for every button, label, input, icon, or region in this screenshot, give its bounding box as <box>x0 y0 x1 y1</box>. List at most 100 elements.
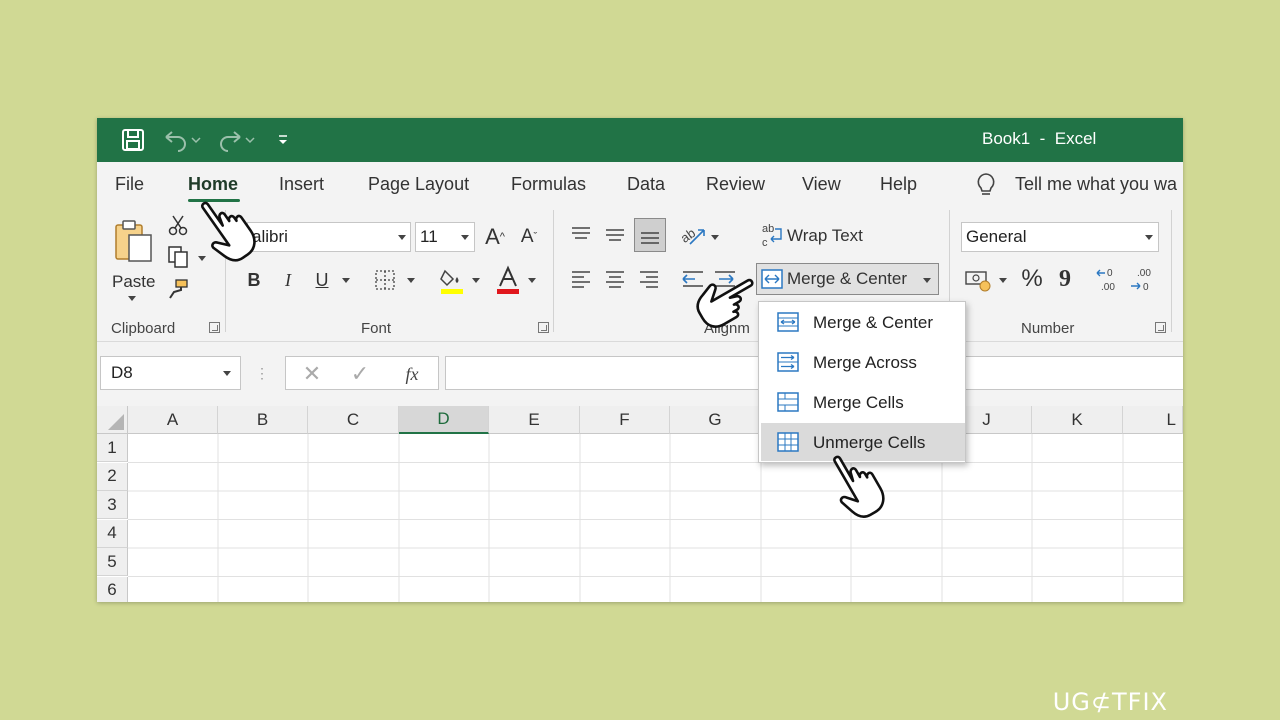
merge-menu-item-merge-cells[interactable]: Merge Cells <box>761 383 965 421</box>
wrap-text-icon[interactable]: ab c <box>761 220 785 250</box>
align-center-icon[interactable] <box>601 266 629 292</box>
percent-style-button[interactable]: % <box>1017 264 1047 294</box>
unmerge-cells-icon <box>777 431 799 458</box>
paste-label[interactable]: Paste <box>112 272 155 292</box>
merge-menu-item-merge-center[interactable]: Merge & Center <box>761 303 965 341</box>
lightbulb-icon <box>973 172 999 198</box>
format-painter-icon[interactable] <box>165 276 191 302</box>
bottom-align-icon[interactable] <box>634 218 666 252</box>
confirm-entry-icon[interactable]: ✓ <box>348 361 372 386</box>
column-header-selected[interactable]: D <box>399 406 489 434</box>
save-icon[interactable] <box>119 126 147 154</box>
column-header[interactable]: A <box>128 406 218 434</box>
font-color-dropdown-arrow[interactable] <box>528 278 536 283</box>
font-name-dropdown-arrow[interactable] <box>398 235 406 240</box>
redo-icon[interactable] <box>215 126 257 154</box>
clipboard-group-label: Clipboard <box>111 320 176 337</box>
decrease-font-size-icon[interactable]: Aˇ <box>515 222 543 252</box>
clipboard-launcher-icon[interactable] <box>209 322 220 333</box>
orientation-dropdown-arrow[interactable] <box>711 235 719 240</box>
font-size-dropdown-arrow[interactable] <box>461 235 469 240</box>
column-header[interactable]: B <box>218 406 308 434</box>
number-launcher-icon[interactable] <box>1155 322 1166 333</box>
tab-insert[interactable]: Insert <box>279 174 324 195</box>
svg-text:0: 0 <box>1107 268 1113 279</box>
paste-icon[interactable] <box>111 216 157 266</box>
accounting-format-icon[interactable] <box>963 266 993 294</box>
increase-font-size-icon[interactable]: A ^ <box>481 222 509 252</box>
merge-center-dropdown-arrow[interactable] <box>923 278 931 283</box>
merge-center-button[interactable]: Merge & Center <box>756 263 939 295</box>
customize-toolbar-icon[interactable] <box>273 126 293 154</box>
hand-pointer-icon <box>201 201 256 262</box>
column-header[interactable]: K <box>1032 406 1123 434</box>
wrap-text-label[interactable]: Wrap Text <box>787 226 863 246</box>
increase-decimal-icon[interactable]: 0.00 <box>1095 264 1123 294</box>
row-header[interactable]: 1 <box>97 434 128 463</box>
name-box-value: D8 <box>111 363 133 382</box>
paste-dropdown-arrow[interactable] <box>128 296 136 301</box>
tab-view[interactable]: View <box>802 174 841 195</box>
merge-menu-item-label: Merge & Center <box>813 313 933 332</box>
tab-file[interactable]: File <box>115 174 144 195</box>
name-box[interactable]: D8 <box>100 356 241 390</box>
number-group-label: Number <box>1021 320 1075 337</box>
column-header[interactable]: C <box>308 406 399 434</box>
decrease-decimal-icon[interactable]: .00 0 <box>1129 264 1157 294</box>
merge-cells-icon <box>777 391 799 418</box>
row-header[interactable]: 3 <box>97 491 128 520</box>
svg-text:.00: .00 <box>1137 268 1151 279</box>
insert-function-button[interactable]: fx <box>398 361 426 387</box>
column-header[interactable]: E <box>489 406 580 434</box>
row-header[interactable]: 2 <box>97 462 128 491</box>
row-header[interactable]: 6 <box>97 576 128 602</box>
tell-me-search[interactable]: Tell me what you wa <box>1015 174 1177 195</box>
fill-color-dropdown-arrow[interactable] <box>472 278 480 283</box>
tab-help[interactable]: Help <box>880 174 917 195</box>
merge-center-label: Merge & Center <box>787 269 907 288</box>
hand-pointer-icon <box>833 455 885 518</box>
font-name-box[interactable]: alibri <box>247 222 411 252</box>
copy-icon[interactable] <box>165 244 191 270</box>
borders-dropdown-arrow[interactable] <box>407 278 415 283</box>
column-header[interactable]: G <box>670 406 761 434</box>
underline-dropdown-arrow[interactable] <box>342 278 350 283</box>
middle-align-icon[interactable] <box>601 222 629 248</box>
column-header[interactable]: L <box>1123 406 1183 434</box>
formula-bar-grip-icon[interactable]: ⋮ <box>255 362 269 384</box>
align-left-icon[interactable] <box>567 266 595 292</box>
comma-style-button[interactable]: 9 <box>1053 264 1077 294</box>
row-header[interactable]: 5 <box>97 548 128 577</box>
bold-button[interactable]: B <box>241 266 267 294</box>
number-format-dropdown-arrow[interactable] <box>1145 235 1153 240</box>
merge-across-icon <box>777 351 799 378</box>
spreadsheet-grid[interactable]: A B C D E F G J K L 1 2 3 4 5 6 <box>97 406 1183 602</box>
font-size-value: 11 <box>420 227 438 246</box>
italic-button[interactable]: I <box>275 266 301 294</box>
select-all-corner[interactable] <box>97 406 128 434</box>
undo-icon[interactable] <box>161 126 203 154</box>
title-bar: Book1 - Excel <box>97 118 1183 162</box>
number-format-box[interactable]: General <box>961 222 1159 252</box>
row-header[interactable]: 4 <box>97 519 128 548</box>
orientation-icon[interactable]: ab <box>679 220 709 250</box>
tab-data[interactable]: Data <box>627 174 665 195</box>
tab-page-layout[interactable]: Page Layout <box>368 174 469 195</box>
column-header[interactable]: F <box>580 406 670 434</box>
accounting-dropdown-arrow[interactable] <box>999 278 1007 283</box>
tab-review[interactable]: Review <box>706 174 765 195</box>
cancel-entry-icon[interactable]: ✕ <box>300 361 324 386</box>
svg-text:c: c <box>762 237 768 249</box>
cut-icon[interactable] <box>165 212 191 238</box>
underline-button[interactable]: U <box>309 266 335 294</box>
tab-formulas[interactable]: Formulas <box>511 174 586 195</box>
align-right-icon[interactable] <box>635 266 663 292</box>
font-launcher-icon[interactable] <box>538 322 549 333</box>
merge-menu-item-merge-across[interactable]: Merge Across <box>761 343 965 381</box>
ribbon-divider <box>553 210 554 332</box>
font-color-icon[interactable] <box>493 264 523 296</box>
borders-icon[interactable] <box>371 266 399 294</box>
name-box-dropdown-arrow[interactable] <box>223 371 231 376</box>
fill-color-icon[interactable] <box>437 264 467 296</box>
top-align-icon[interactable] <box>567 222 595 248</box>
